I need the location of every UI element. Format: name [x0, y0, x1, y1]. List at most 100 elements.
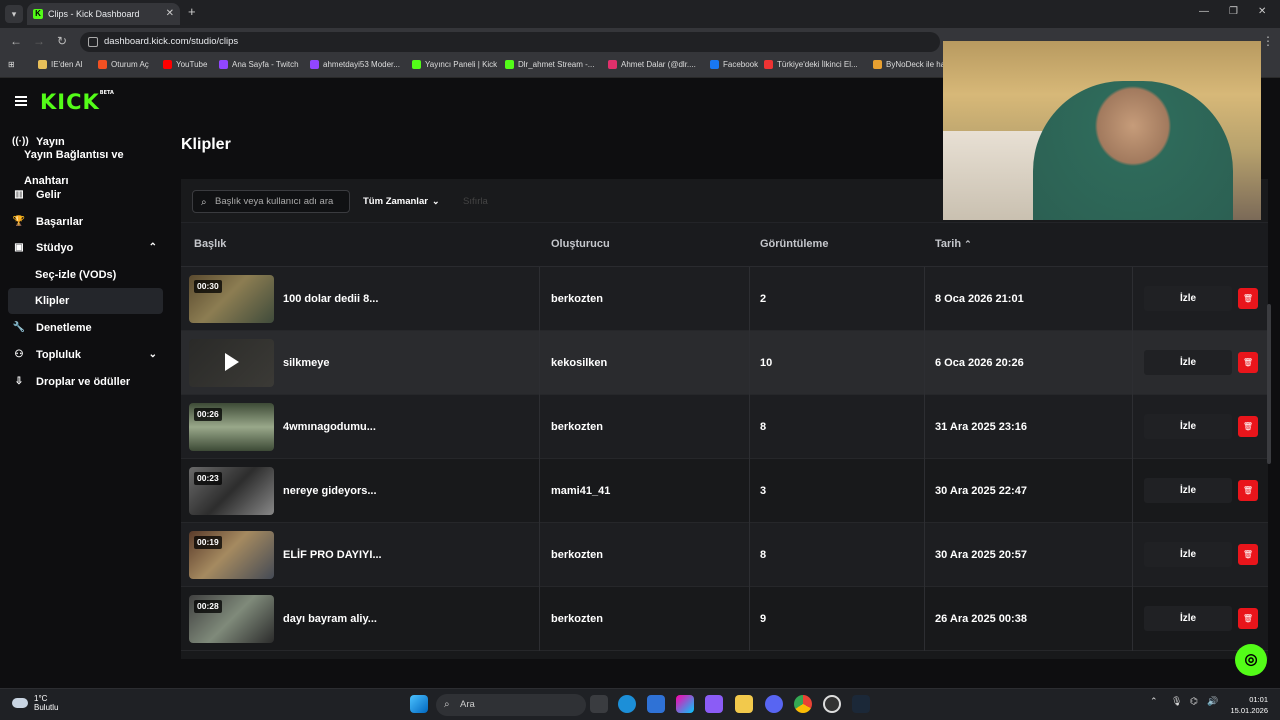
minimize-icon[interactable]: —	[1199, 6, 1209, 17]
delete-clip-button[interactable]: 🗑	[1238, 544, 1258, 565]
table-row[interactable]: silkmeye kekosilken 10 6 Oca 2026 20:26 İzle…	[181, 331, 1268, 395]
delete-clip-button[interactable]: 🗑	[1238, 608, 1258, 629]
sidebar-item-9[interactable]: ⇩ Droplar ve ödüller	[8, 369, 163, 395]
bookmark-item[interactable]: IE'den Al	[38, 60, 82, 69]
forward-icon[interactable]: →	[33, 34, 45, 48]
watch-button[interactable]: İzle	[1144, 606, 1232, 631]
microphone-icon[interactable]: 🎙	[1171, 696, 1182, 707]
obs-icon[interactable]	[823, 695, 841, 713]
bookmark-item[interactable]: Facebook	[710, 60, 758, 69]
browser-tab-title: Clips - Kick Dashboard	[48, 9, 140, 19]
apps-grid-icon[interactable]: ⊞	[8, 60, 15, 69]
clip-thumbnail[interactable]: 00:19	[189, 531, 274, 579]
bookmark-item[interactable]: ahmetdayi53 Moder...	[310, 60, 400, 69]
url-input[interactable]: dashboard.kick.com/studio/clips	[80, 32, 940, 52]
table-row[interactable]: 00:30 100 dolar dedii 8... berkozten 2 8 Oca…	[181, 267, 1268, 331]
chevron-down-icon[interactable]: ⌄	[149, 342, 157, 368]
watch-button[interactable]: İzle	[1144, 414, 1232, 439]
tray-chevron-icon[interactable]: ⌃	[1150, 696, 1158, 707]
sidebar-item-4[interactable]: ▣ Stüdyo ⌃	[8, 235, 163, 261]
back-icon[interactable]: ←	[10, 34, 22, 48]
column-divider	[1132, 459, 1133, 523]
browser-menu-icon[interactable]: ⋮	[1262, 34, 1274, 48]
delete-clip-button[interactable]: 🗑	[1238, 416, 1258, 437]
menu-icon[interactable]	[15, 96, 27, 106]
bookmark-item[interactable]: Yayıncı Paneli | Kick	[412, 60, 497, 69]
kick-logo[interactable]: KICKBETA	[40, 90, 114, 114]
chevron-up-icon[interactable]: ⌃	[149, 235, 157, 261]
sidebar-item-1[interactable]: Yayın Bağlantısı ve Anahtarı	[8, 149, 163, 187]
watch-button[interactable]: İzle	[1144, 350, 1232, 375]
new-tab-button[interactable]: +	[188, 4, 196, 19]
column-divider	[1132, 587, 1133, 651]
column-header-date[interactable]: Tarih ⌃	[935, 238, 972, 250]
column-divider	[539, 267, 540, 331]
sidebar-item-2[interactable]: ▥ Gelir	[8, 182, 163, 208]
watch-button[interactable]: İzle	[1144, 286, 1232, 311]
tab-list-button[interactable]: ▾	[5, 5, 23, 23]
sidebar-item-3[interactable]: 🏆 Başarılar	[8, 209, 163, 235]
discord-icon[interactable]	[765, 695, 783, 713]
clip-thumbnail[interactable]: 00:28	[189, 595, 274, 643]
store-icon[interactable]	[647, 695, 665, 713]
help-chat-button[interactable]: ◎	[1235, 644, 1267, 676]
windows-start-icon[interactable]	[410, 695, 428, 713]
time-filter-dropdown[interactable]: Tüm Zamanlar ⌄	[363, 196, 439, 207]
bookmark-item[interactable]: Ana Sayfa - Twitch	[219, 60, 299, 69]
clip-views: 8	[760, 421, 767, 433]
clip-thumbnail[interactable]: 00:23	[189, 467, 274, 515]
site-info-icon[interactable]	[88, 37, 98, 47]
sidebar-item-7[interactable]: 🔧 Denetleme	[8, 315, 163, 341]
copilot-icon[interactable]	[676, 695, 694, 713]
table-row[interactable]: 00:23 nereye gideyors... mami41_41 3 30 Ara …	[181, 459, 1268, 523]
column-header-title[interactable]: Başlık	[194, 238, 226, 250]
table-row[interactable]: 00:19 ELİF PRO DAYIYI... berkozten 8 30 Ara …	[181, 523, 1268, 587]
play-icon[interactable]	[225, 353, 239, 371]
watch-button[interactable]: İzle	[1144, 478, 1232, 503]
column-header-date-label: Tarih	[935, 238, 962, 250]
delete-clip-button[interactable]: 🗑	[1238, 480, 1258, 501]
app-icon[interactable]	[705, 695, 723, 713]
sidebar-item-8[interactable]: ⚇ Topluluk ⌄	[8, 342, 163, 368]
bookmark-item[interactable]: YouTube	[163, 60, 207, 69]
taskbar-search[interactable]: ⌕ Ara	[436, 694, 586, 716]
reload-icon[interactable]: ↻	[57, 34, 67, 48]
clip-creator: mami41_41	[551, 485, 611, 497]
watch-button[interactable]: İzle	[1144, 542, 1232, 567]
chrome-icon[interactable]	[794, 695, 812, 713]
bookmark-item[interactable]: Oturum Aç	[98, 60, 149, 69]
clip-thumbnail[interactable]: 00:26	[189, 403, 274, 451]
file-explorer-icon[interactable]	[735, 695, 753, 713]
table-row[interactable]: 00:28 dayı bayram aliy... berkozten 9 26 Ara…	[181, 587, 1268, 651]
weather-widget[interactable]: 1°C Bulutlu	[12, 694, 58, 712]
sidebar-item-6[interactable]: Klipler	[8, 288, 163, 314]
restore-icon[interactable]: ❐	[1229, 6, 1238, 17]
sidebar-item-5[interactable]: Seç-izle (VODs)	[8, 262, 163, 288]
delete-clip-button[interactable]: 🗑	[1238, 288, 1258, 309]
search-input[interactable]: ⌕ Başlık veya kullanıcı adı ara	[192, 190, 350, 213]
task-view-icon[interactable]	[590, 695, 608, 713]
steam-icon[interactable]	[852, 695, 870, 713]
sidebar-item-label: Başarılar	[36, 216, 84, 228]
edge-icon[interactable]	[618, 695, 636, 713]
network-icon[interactable]: ⌬	[1190, 696, 1198, 707]
column-divider	[749, 459, 750, 523]
bookmark-item[interactable]: Ahmet Dalar (@dlr....	[608, 60, 696, 69]
close-tab-icon[interactable]: ✕	[166, 3, 174, 25]
clip-thumbnail[interactable]: 00:30	[189, 275, 274, 323]
clip-title: 100 dolar dedii 8...	[283, 293, 379, 305]
reset-filter-button[interactable]: Sıfırla	[463, 196, 488, 207]
bookmark-item[interactable]: Türkiye'deki İlkinci El...	[764, 60, 858, 69]
browser-tab[interactable]: K Clips - Kick Dashboard ✕	[27, 3, 180, 25]
clip-thumbnail[interactable]	[189, 339, 274, 387]
table-row[interactable]: 00:26 4wmınagodumu... berkozten 8 31 Ara 202…	[181, 395, 1268, 459]
volume-icon[interactable]: 🔊	[1207, 696, 1218, 707]
column-header-views[interactable]: Görüntüleme	[760, 238, 828, 250]
column-header-creator[interactable]: Oluşturucu	[551, 238, 610, 250]
delete-clip-button[interactable]: 🗑	[1238, 352, 1258, 373]
bookmark-item[interactable]: ByNoDeck ile ha	[873, 60, 945, 69]
system-clock[interactable]: 01:01 15.01.2026	[1226, 694, 1268, 716]
bookmark-item[interactable]: Dlr_ahmet Stream -...	[505, 60, 594, 69]
scrollbar[interactable]	[1267, 304, 1271, 464]
close-window-icon[interactable]: ✕	[1258, 6, 1266, 17]
